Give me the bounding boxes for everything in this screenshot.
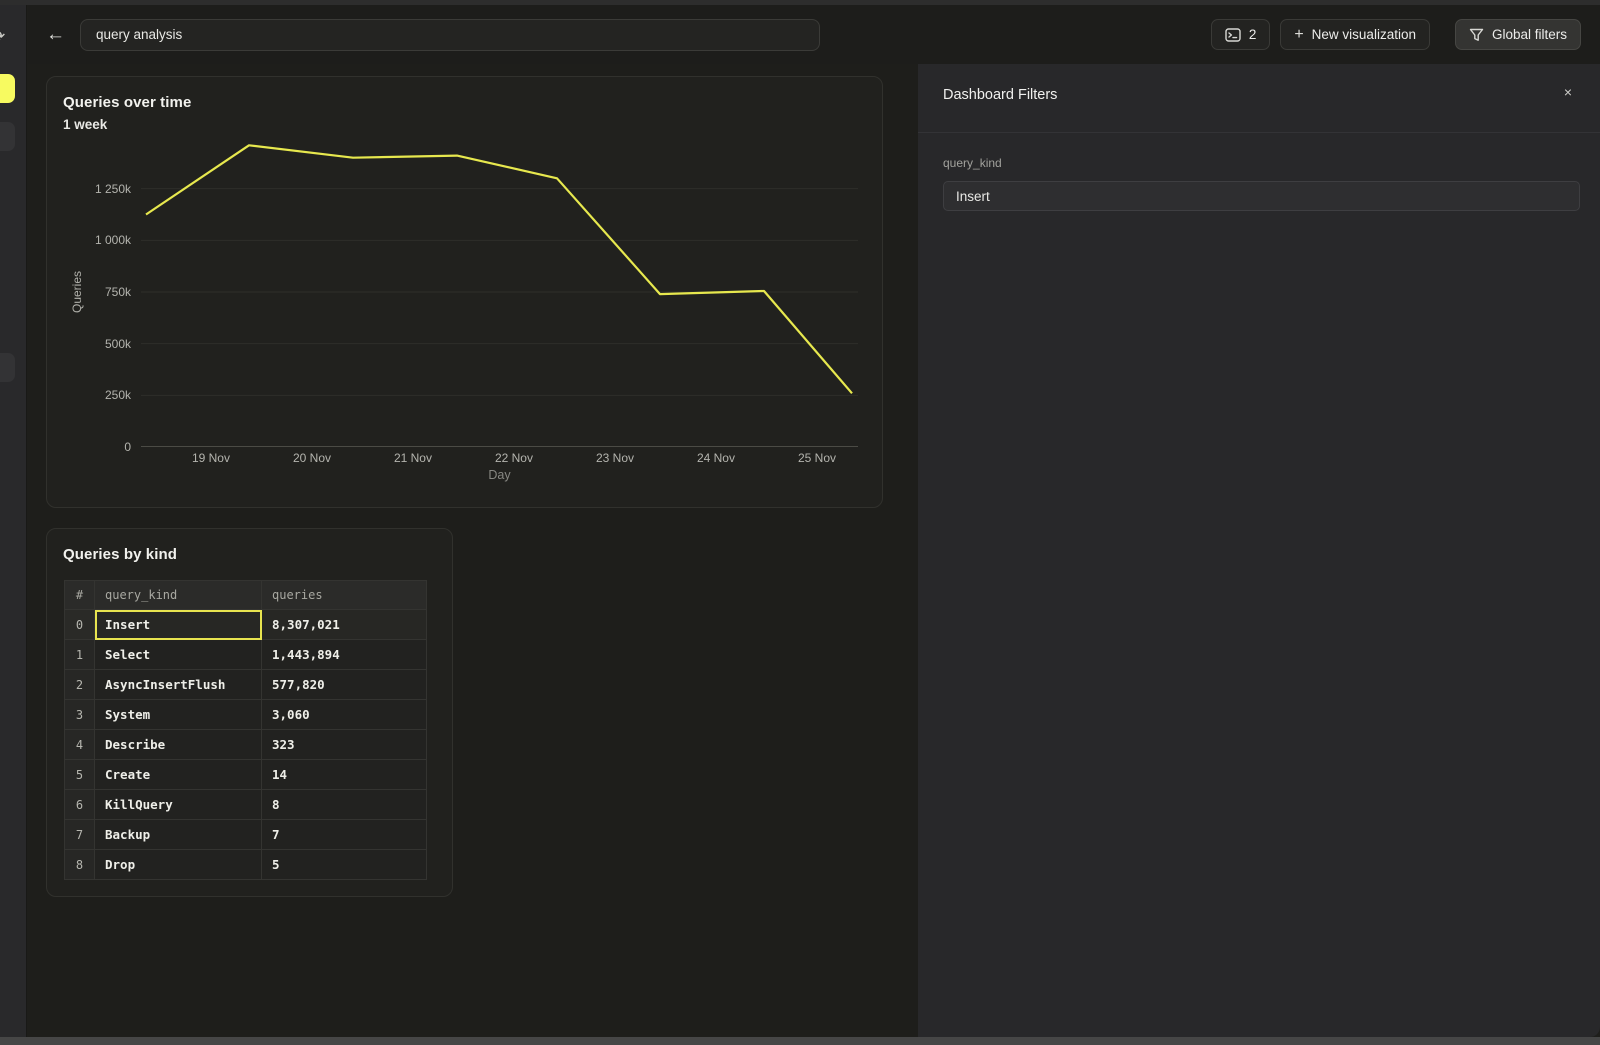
panel-divider — [918, 132, 1600, 133]
queries-line-chart-plot[interactable] — [141, 137, 858, 447]
refresh-icon[interactable]: ⟳ — [0, 27, 5, 47]
back-button[interactable]: ← — [40, 23, 71, 46]
sidebar-item[interactable] — [0, 353, 15, 382]
filter-field-label: query_kind — [943, 156, 1002, 170]
queries-value-cell[interactable]: 8,307,021 — [262, 610, 427, 640]
queries-over-time-card: Queries over time 1 week Queries 0250k50… — [46, 76, 883, 508]
table-row: 0Insert8,307,021 — [65, 610, 427, 640]
table-row: 5Create14 — [65, 760, 427, 790]
y-tick-label: 0 — [69, 440, 131, 454]
queries-by-kind-card: Queries by kind #query_kindqueries 0Inse… — [46, 528, 453, 897]
row-index: 0 — [65, 610, 95, 640]
queries-value-cell[interactable]: 5 — [262, 850, 427, 880]
query-kind-cell[interactable]: Backup — [95, 820, 262, 850]
x-tick-label: 21 Nov — [381, 451, 445, 465]
queries-value-cell[interactable]: 323 — [262, 730, 427, 760]
queries-value-cell[interactable]: 7 — [262, 820, 427, 850]
column-header-queries: queries — [262, 581, 427, 610]
table-row: 7Backup7 — [65, 820, 427, 850]
x-tick-label: 23 Nov — [583, 451, 647, 465]
y-tick-label: 750k — [69, 285, 131, 299]
sidebar-item-active[interactable] — [0, 74, 15, 103]
y-tick-label: 1 250k — [69, 182, 131, 196]
row-index: 3 — [65, 700, 95, 730]
x-tick-label: 20 Nov — [280, 451, 344, 465]
topbar: ← 2 + New visualization Global filters — [28, 5, 1600, 64]
table-row: 8Drop5 — [65, 850, 427, 880]
query-kind-cell[interactable]: AsyncInsertFlush — [95, 670, 262, 700]
table-row: 3System3,060 — [65, 700, 427, 730]
x-tick-label: 22 Nov — [482, 451, 546, 465]
filters-panel-title: Dashboard Filters — [943, 87, 1057, 103]
queries-value-cell[interactable]: 14 — [262, 760, 427, 790]
close-icon[interactable]: × — [1564, 85, 1572, 99]
column-header-index: # — [65, 581, 95, 610]
dashboard-filters-panel: Dashboard Filters × query_kind — [918, 64, 1600, 1037]
chart-subtitle: 1 week — [63, 117, 107, 132]
y-tick-label: 500k — [69, 337, 131, 351]
y-tick-label: 1 000k — [69, 233, 131, 247]
x-tick-label: 24 Nov — [684, 451, 748, 465]
table-row: 1Select1,443,894 — [65, 640, 427, 670]
x-tick-label: 19 Nov — [179, 451, 243, 465]
dashboard-title-input[interactable] — [80, 19, 820, 51]
query-kind-cell[interactable]: Insert — [95, 610, 262, 640]
table-header-row: #query_kindqueries — [65, 581, 427, 610]
plus-icon: + — [1294, 27, 1303, 43]
global-filters-button[interactable]: Global filters — [1455, 19, 1581, 50]
queries-value-cell[interactable]: 8 — [262, 790, 427, 820]
console-tabs-count: 2 — [1249, 27, 1257, 42]
x-tick-label: 25 Nov — [785, 451, 849, 465]
table-row: 4Describe323 — [65, 730, 427, 760]
row-index: 1 — [65, 640, 95, 670]
table-row: 6KillQuery8 — [65, 790, 427, 820]
chart-title: Queries over time — [63, 94, 191, 111]
new-visualization-button[interactable]: + New visualization — [1280, 19, 1430, 50]
sidebar: ⟳ — [0, 5, 27, 1037]
query-kind-cell[interactable]: Describe — [95, 730, 262, 760]
query-kind-cell[interactable]: System — [95, 700, 262, 730]
y-tick-label: 250k — [69, 388, 131, 402]
queries-value-cell[interactable]: 1,443,894 — [262, 640, 427, 670]
table-title: Queries by kind — [63, 546, 177, 563]
funnel-icon — [1469, 28, 1484, 42]
table-row: 2AsyncInsertFlush577,820 — [65, 670, 427, 700]
row-index: 7 — [65, 820, 95, 850]
queries-value-cell[interactable]: 3,060 — [262, 700, 427, 730]
global-filters-label: Global filters — [1492, 27, 1567, 42]
query-kind-cell[interactable]: Select — [95, 640, 262, 670]
query-kind-cell[interactable]: KillQuery — [95, 790, 262, 820]
query-kind-filter-input[interactable] — [943, 181, 1580, 211]
query-kind-cell[interactable]: Create — [95, 760, 262, 790]
row-index: 4 — [65, 730, 95, 760]
sidebar-item[interactable] — [0, 122, 15, 151]
row-index: 5 — [65, 760, 95, 790]
queries-by-kind-table: #query_kindqueries 0Insert8,307,0211Sele… — [64, 580, 427, 880]
x-axis-title: Day — [141, 468, 858, 482]
queries-value-cell[interactable]: 577,820 — [262, 670, 427, 700]
query-kind-cell[interactable]: Drop — [95, 850, 262, 880]
console-icon — [1225, 28, 1241, 42]
column-header-query_kind: query_kind — [95, 581, 262, 610]
row-index: 2 — [65, 670, 95, 700]
window-bottom-edge — [0, 1037, 1600, 1045]
row-index: 6 — [65, 790, 95, 820]
new-visualization-label: New visualization — [1312, 27, 1416, 42]
row-index: 8 — [65, 850, 95, 880]
console-tabs-button[interactable]: 2 — [1211, 19, 1271, 50]
queries-series-line — [146, 145, 852, 393]
